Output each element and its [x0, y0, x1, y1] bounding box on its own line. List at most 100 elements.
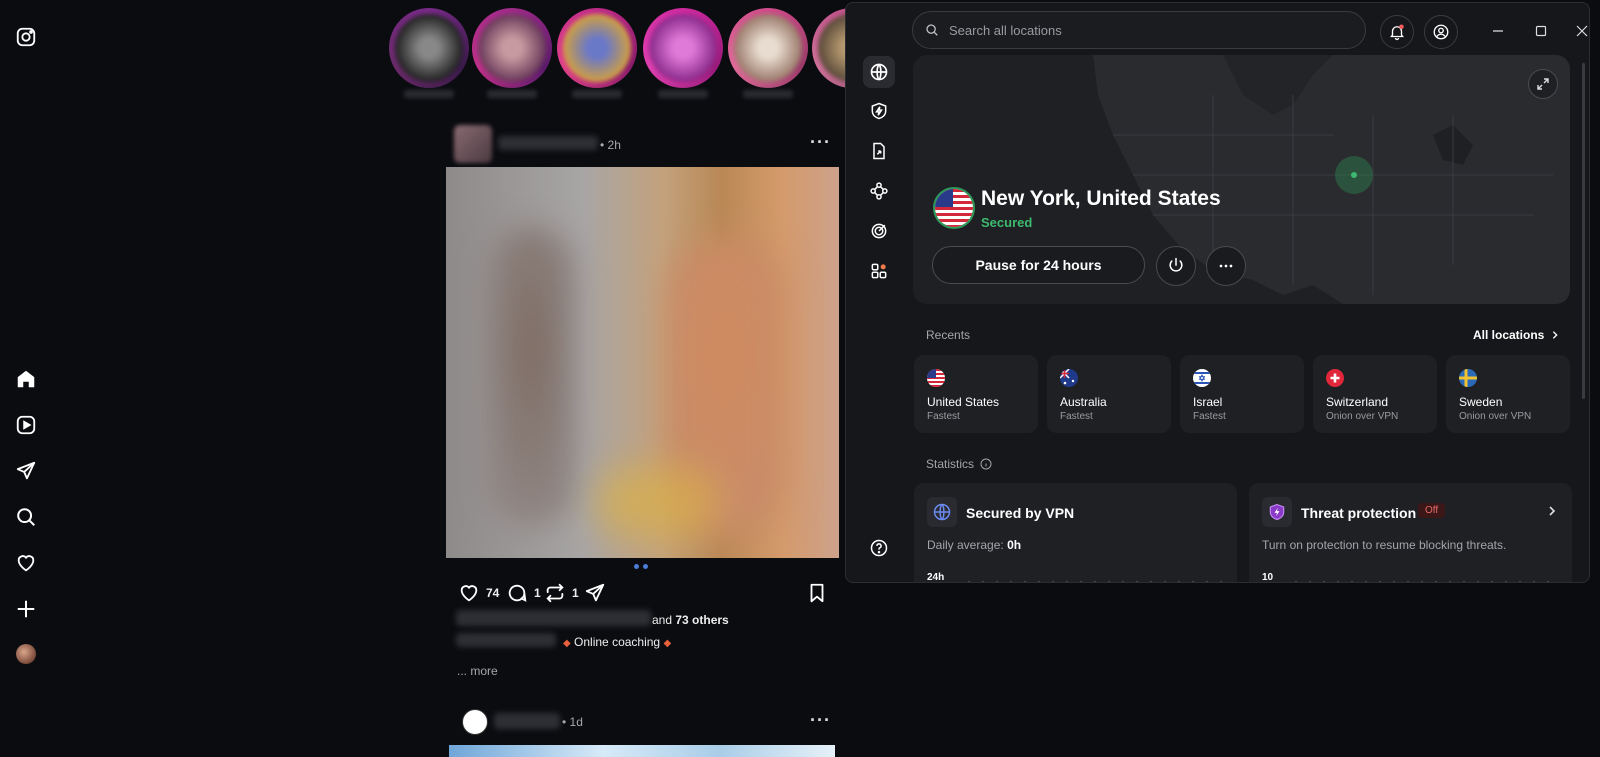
info-icon [980, 458, 992, 470]
save-button[interactable] [806, 582, 828, 604]
post-time: 1d [569, 715, 583, 729]
sidebar-item-threat-protection[interactable] [863, 95, 895, 127]
story-item[interactable] [728, 8, 808, 88]
recent-location-australia[interactable]: Australia Fastest [1047, 355, 1171, 433]
recent-location-israel[interactable]: Israel Fastest [1180, 355, 1304, 433]
sidebar-item-meshnet[interactable] [863, 175, 895, 207]
comment-count: 1 [534, 586, 541, 600]
search-input[interactable] [947, 21, 1351, 39]
sidebar-item-split-tunneling[interactable] [863, 135, 895, 167]
search-icon[interactable] [13, 504, 39, 530]
connection-map-card: New York, United States Secured Pause fo… [913, 55, 1570, 304]
instagram-sidebar [0, 0, 50, 757]
create-plus-icon[interactable] [13, 596, 39, 622]
ch-flag-icon [1326, 369, 1344, 387]
notifications-button[interactable] [1380, 15, 1414, 49]
story-item[interactable] [557, 8, 637, 88]
close-button[interactable] [1568, 17, 1589, 45]
instagram-logo-icon[interactable] [13, 24, 39, 50]
user-icon [1433, 24, 1449, 40]
disconnect-button[interactable] [1156, 246, 1196, 286]
liked-by-others-link[interactable]: 73 others [675, 613, 728, 627]
shield-bolt-icon [1262, 497, 1292, 527]
like-button[interactable]: 74 [458, 582, 499, 604]
comment-icon [508, 584, 527, 602]
close-icon [1576, 25, 1588, 37]
post-author-avatar[interactable] [462, 709, 488, 735]
chart-axis-max: 24h [927, 572, 945, 583]
caption-tag: Online coaching [574, 635, 661, 649]
repost-button[interactable]: 1 [544, 582, 579, 604]
vpn-sidebar [846, 3, 912, 582]
us-flag-icon [933, 187, 975, 229]
chevron-right-icon[interactable] [1546, 505, 1558, 517]
recent-location-sweden[interactable]: Sweden Onion over VPN [1446, 355, 1570, 433]
story-item[interactable] [472, 8, 552, 88]
stat-card-threat-protection[interactable]: Threat protection Off Turn on protection… [1249, 483, 1572, 582]
caption-more-link[interactable]: ... more [457, 664, 498, 678]
post-image[interactable] [449, 745, 835, 757]
recent-location-server-type: Onion over VPN [1459, 411, 1532, 422]
meshnet-icon [870, 182, 888, 200]
apps-icon [871, 263, 887, 279]
recent-location-server-type: Fastest [927, 411, 960, 422]
expand-icon [1537, 78, 1549, 90]
post-time: 2h [607, 138, 621, 152]
reels-icon[interactable] [13, 412, 39, 438]
help-button[interactable] [863, 532, 895, 564]
minimize-icon [1493, 30, 1503, 32]
power-icon [1169, 257, 1183, 272]
share-button[interactable] [584, 582, 606, 604]
connection-status: Secured [981, 215, 1033, 230]
post-options-icon[interactable]: ··· [810, 132, 831, 153]
radar-icon [871, 223, 887, 239]
liked-by-text: and 73 others [652, 613, 729, 627]
pause-button[interactable]: Pause for 24 hours [932, 246, 1145, 284]
location-search[interactable] [912, 11, 1366, 49]
recent-location-server-type: Onion over VPN [1326, 411, 1399, 422]
vpn-app-window: New York, United States Secured Pause fo… [845, 2, 1590, 583]
maximize-button[interactable] [1527, 17, 1555, 45]
recent-location-name: Australia [1060, 395, 1107, 409]
more-options-button[interactable] [1206, 246, 1246, 286]
recents-heading: Recents [926, 328, 971, 342]
il-flag-icon [1193, 369, 1211, 387]
recent-location-name: Switzerland [1326, 395, 1389, 409]
stat-title: Secured by VPN [966, 505, 1075, 521]
like-count: 74 [486, 586, 500, 600]
status-badge: Off [1418, 503, 1446, 518]
post-options-icon[interactable]: ··· [810, 710, 831, 731]
notifications-heart-icon[interactable] [13, 550, 39, 576]
bookmark-icon [810, 583, 824, 603]
comment-button[interactable]: 1 [506, 582, 541, 604]
scrollbar[interactable] [1582, 63, 1585, 399]
post-author-avatar[interactable] [454, 125, 492, 163]
home-icon[interactable] [13, 366, 39, 392]
sidebar-item-apps[interactable] [863, 255, 895, 287]
recent-location-server-type: Fastest [1193, 411, 1226, 422]
post-image[interactable] [446, 167, 839, 558]
recent-location-switzerland[interactable]: Switzerland Onion over VPN [1313, 355, 1437, 433]
profile-avatar[interactable] [16, 644, 36, 664]
stat-description: Daily average: 0h [927, 538, 1022, 552]
stat-card-vpn[interactable]: Secured by VPN Daily average: 0h 24h [914, 483, 1237, 583]
sidebar-item-dark-web-monitor[interactable] [863, 215, 895, 247]
story-item[interactable] [389, 8, 469, 88]
shield-bolt-icon [871, 102, 887, 120]
connected-location: New York, United States [981, 187, 1221, 210]
expand-map-button[interactable] [1528, 69, 1558, 99]
sidebar-item-locations[interactable] [863, 56, 895, 88]
chart-gridline [962, 581, 1224, 582]
messages-icon[interactable] [13, 458, 39, 484]
recent-location-united-states[interactable]: United States Fastest [914, 355, 1038, 433]
globe-icon [927, 497, 957, 527]
carousel-indicator [634, 564, 648, 569]
au-flag-icon [1060, 369, 1078, 387]
minimize-button[interactable] [1484, 17, 1512, 45]
se-flag-icon [1459, 369, 1477, 387]
story-item[interactable] [643, 8, 723, 88]
all-locations-link[interactable]: All locations [1473, 328, 1560, 342]
repost-icon [546, 583, 564, 603]
account-button[interactable] [1424, 15, 1458, 49]
recent-location-name: Israel [1193, 395, 1223, 409]
